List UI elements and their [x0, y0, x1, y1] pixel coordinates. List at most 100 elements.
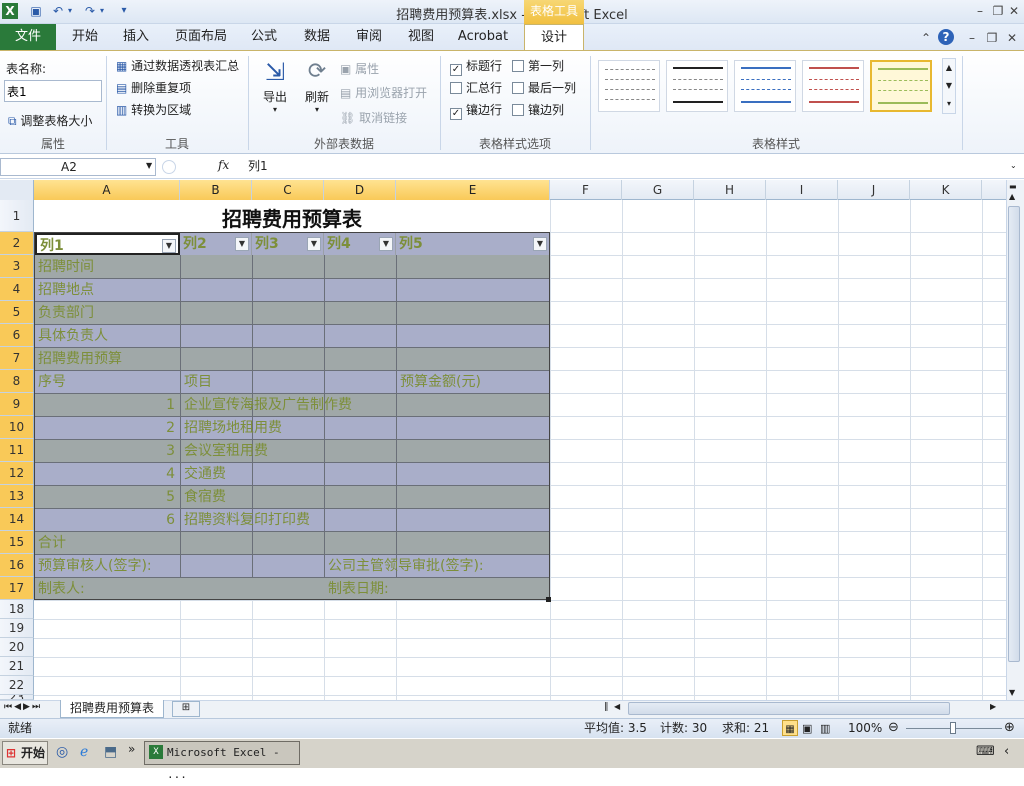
tab-view[interactable]: 视图 [398, 24, 444, 50]
minimize-icon[interactable]: – [972, 3, 988, 19]
column-header-I[interactable]: I [766, 180, 838, 200]
row-header-12[interactable]: 12 [0, 462, 34, 485]
cell-B12[interactable]: 交通费 [181, 463, 226, 485]
undo-dropdown-icon[interactable]: ▾ [66, 3, 74, 19]
row-header-17[interactable]: 17 [0, 577, 34, 600]
row-header-7[interactable]: 7 [0, 347, 34, 370]
undo-icon[interactable]: ↶ [50, 3, 66, 19]
table-style-swatch-3[interactable] [734, 60, 796, 112]
table-style-swatch-4[interactable] [802, 60, 864, 112]
header-row-checkbox[interactable]: ✓ 标题行 [450, 57, 502, 76]
customize-qat-icon[interactable]: ▾ [116, 3, 132, 19]
tab-data[interactable]: 数据 [294, 24, 340, 50]
cell-A12[interactable]: 4 [35, 463, 178, 485]
tab-design[interactable]: 设计 [524, 24, 584, 50]
row-header-18[interactable]: 18 [0, 600, 34, 619]
column-header-H[interactable]: H [694, 180, 766, 200]
close-icon[interactable]: ✕ [1006, 3, 1022, 19]
row-header-19[interactable]: 19 [0, 619, 34, 638]
zoom-slider-thumb[interactable] [950, 722, 956, 734]
cell-D16[interactable]: 公司主管领导审批(签字): [325, 555, 484, 577]
remove-duplicates-button[interactable]: ▤ 删除重复项 [116, 79, 191, 96]
start-button[interactable]: ⊞ 开始 [2, 741, 48, 765]
quicklaunch-browser-icon[interactable]: ◎ [56, 744, 68, 760]
column-header-G[interactable]: G [622, 180, 694, 200]
cell-B9[interactable]: 企业宣传海报及广告制作费 [181, 394, 352, 416]
filter-dropdown-icon[interactable]: ▼ [162, 239, 176, 253]
name-box-dropdown-icon[interactable]: ▼ [146, 161, 152, 170]
table-header-col1[interactable]: 列1 ▼ [35, 233, 180, 255]
cell-A13[interactable]: 5 [35, 486, 178, 508]
refresh-button[interactable]: ⟳ 刷新 ▾ [300, 56, 334, 122]
row-header-2[interactable]: 2 [0, 232, 34, 255]
sheet-nav-icons[interactable]: ⏮◀▶⏭ [4, 702, 42, 712]
scroll-up-icon[interactable]: ▲ [1009, 192, 1015, 201]
cell-A16[interactable]: 预算审核人(签字): [35, 555, 152, 577]
banded-rows-checkbox[interactable]: ✓ 镶边行 [450, 101, 502, 120]
redo-icon[interactable]: ↷ [82, 3, 98, 19]
gallery-down-icon[interactable]: ▼ [943, 77, 955, 95]
tab-formulas[interactable]: 公式 [240, 24, 288, 50]
cell-B10[interactable]: 招聘场地租用费 [181, 417, 282, 439]
row-header-6[interactable]: 6 [0, 324, 34, 347]
collapse-ribbon-icon[interactable]: ⌃ [918, 30, 934, 46]
quicklaunch-more-icon[interactable]: » [128, 742, 135, 756]
row-header-11[interactable]: 11 [0, 439, 34, 462]
row-header-4[interactable]: 4 [0, 278, 34, 301]
filter-dropdown-icon[interactable]: ▼ [235, 237, 249, 251]
quicklaunch-ie-icon[interactable]: ℯ [80, 744, 88, 760]
row-header-5[interactable]: 5 [0, 301, 34, 324]
cell-A6[interactable]: 具体负责人 [35, 325, 108, 347]
pivot-summary-button[interactable]: ▦ 通过数据透视表汇总 [116, 57, 239, 74]
save-icon[interactable]: ▣ [28, 3, 44, 19]
tab-file[interactable]: 文件 [0, 24, 56, 50]
unlink-button[interactable]: ⛓ 取消链接 [340, 109, 407, 126]
table-header-col3[interactable]: 列3 ▼ [252, 233, 324, 255]
cell-B13[interactable]: 食宿费 [181, 486, 226, 508]
column-header-C[interactable]: C [252, 180, 324, 200]
cell-B8[interactable]: 项目 [181, 371, 212, 393]
help-icon[interactable]: ? [938, 29, 954, 45]
taskbar-excel-item[interactable]: X Microsoft Excel - ... [144, 741, 300, 781]
cell-A14[interactable]: 6 [35, 509, 178, 531]
banded-columns-checkbox[interactable]: 镶边列 [512, 101, 564, 118]
table-resize-handle[interactable] [546, 597, 551, 602]
cell-E8[interactable]: 预算金额(元) [397, 371, 481, 393]
keyboard-tray-icon[interactable]: ⌨ [976, 744, 995, 759]
table-header-col5[interactable]: 列5 ▼ [396, 233, 549, 255]
vertical-scroll-thumb[interactable] [1008, 206, 1020, 662]
cell-A8[interactable]: 序号 [35, 371, 66, 393]
table-style-swatch-2[interactable] [666, 60, 728, 112]
style-gallery-scroll[interactable]: ▲ ▼ ▾ [942, 58, 956, 114]
resize-table-button[interactable]: ⧉ 调整表格大小 [8, 112, 92, 129]
column-header-F[interactable]: F [550, 180, 622, 200]
scroll-right-icon[interactable]: ▶ [990, 702, 996, 711]
zoom-out-icon[interactable]: ⊖ [888, 719, 899, 737]
tray-expand-icon[interactable]: ‹ [1004, 744, 1009, 759]
page-layout-view-icon[interactable]: ▣ [802, 720, 812, 738]
restore-icon[interactable]: ❐ [990, 3, 1006, 19]
column-header-K[interactable]: K [910, 180, 982, 200]
row-header-20[interactable]: 20 [0, 638, 34, 657]
column-header-E[interactable]: E [396, 180, 550, 200]
export-button[interactable]: ⇲ 导出 ▾ [258, 56, 292, 122]
row-header-13[interactable]: 13 [0, 485, 34, 508]
gallery-more-icon[interactable]: ▾ [943, 95, 955, 113]
external-properties-button[interactable]: ▣ 属性 [340, 60, 379, 77]
scroll-down-icon[interactable]: ▼ [1009, 688, 1015, 697]
table-style-swatch-5-selected[interactable] [870, 60, 932, 112]
cell-A11[interactable]: 3 [35, 440, 178, 462]
row-header-3[interactable]: 3 [0, 255, 34, 278]
formula-bar-knob-icon[interactable] [162, 160, 176, 174]
column-header-B[interactable]: B [180, 180, 252, 200]
cell-A17[interactable]: 制表人: [35, 578, 85, 600]
column-header-D[interactable]: D [324, 180, 396, 200]
filter-dropdown-icon[interactable]: ▼ [307, 237, 321, 251]
gallery-up-icon[interactable]: ▲ [943, 59, 955, 77]
redo-dropdown-icon[interactable]: ▾ [98, 3, 106, 19]
open-in-browser-button[interactable]: ▤ 用浏览器打开 [340, 84, 427, 101]
row-header-16[interactable]: 16 [0, 554, 34, 577]
total-row-checkbox[interactable]: 汇总行 [450, 79, 502, 96]
cell-A15[interactable]: 合计 [35, 532, 66, 554]
formula-input[interactable]: 列1 [244, 158, 1014, 176]
